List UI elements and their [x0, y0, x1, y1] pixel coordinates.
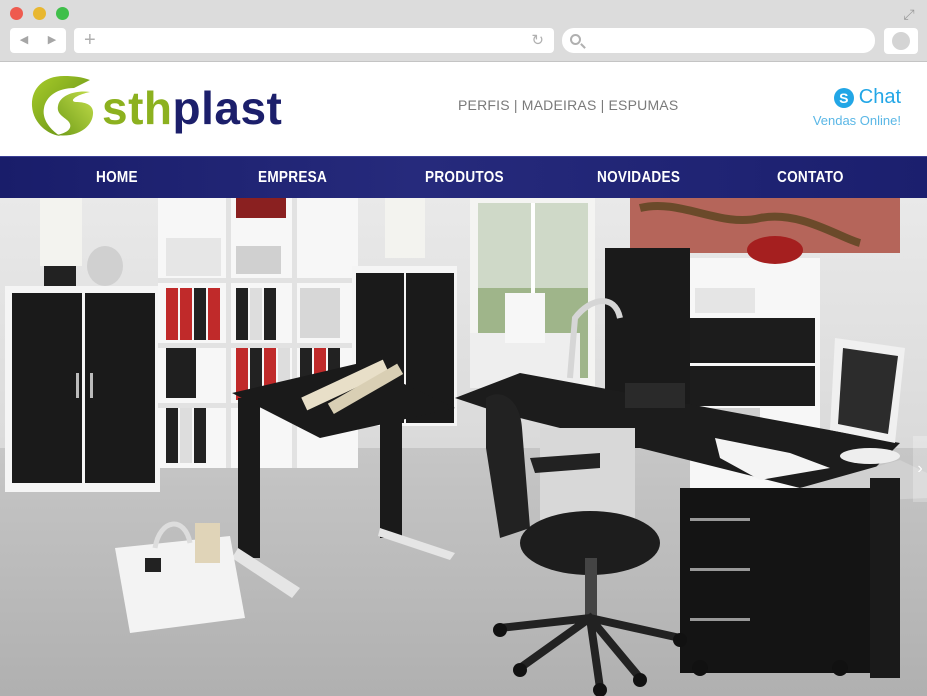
logo-text-plast: plast [172, 82, 283, 134]
logo-swirl-icon [31, 76, 94, 136]
expand-icon[interactable]: ⤢ [901, 6, 917, 22]
history-buttons: ◀ ▶ [10, 28, 66, 53]
minimize-window-button[interactable] [33, 7, 46, 20]
plus-icon[interactable]: + [84, 28, 96, 53]
nav-item-empresa[interactable]: EMPRESA [258, 157, 327, 199]
slider-next-button[interactable]: › [913, 436, 927, 502]
hero-office-image [0, 198, 927, 696]
chat-sublabel[interactable]: Vendas Online! [813, 113, 901, 128]
search-icon [570, 34, 581, 45]
forward-arrow-icon[interactable]: ▶ [38, 28, 66, 53]
main-nav: HOME EMPRESA PRODUTOS NOVIDADES CONTATO [0, 156, 927, 198]
skype-icon: S [833, 87, 854, 108]
logo-text-sth: sth [102, 82, 173, 134]
logo-wordmark: sthplast [102, 82, 282, 134]
browser-chrome: ⤢ ◀ ▶ + ↻ [0, 0, 927, 62]
chat-widget[interactable]: S Chat Vendas Online! [813, 86, 901, 128]
header-tagline: PERFIS | MADEIRAS | ESPUMAS [458, 97, 679, 113]
browser-search-input[interactable] [562, 28, 875, 53]
hero-banner: › [0, 198, 927, 696]
browser-menu-button[interactable] [884, 28, 918, 54]
nav-item-home[interactable]: HOME [96, 157, 138, 199]
back-arrow-icon[interactable]: ◀ [10, 28, 38, 53]
nav-item-contato[interactable]: CONTATO [777, 157, 844, 199]
circle-icon [892, 32, 910, 50]
reload-icon[interactable]: ↻ [531, 28, 544, 53]
nav-item-produtos[interactable]: PRODUTOS [425, 157, 504, 199]
site-logo[interactable]: sthplast [30, 74, 300, 138]
address-bar[interactable]: + ↻ [74, 28, 554, 53]
site-header: sthplast PERFIS | MADEIRAS | ESPUMAS S C… [0, 62, 927, 156]
chat-label[interactable]: Chat [859, 86, 901, 109]
nav-item-novidades[interactable]: NOVIDADES [597, 157, 680, 199]
close-window-button[interactable] [10, 7, 23, 20]
maximize-window-button[interactable] [56, 7, 69, 20]
